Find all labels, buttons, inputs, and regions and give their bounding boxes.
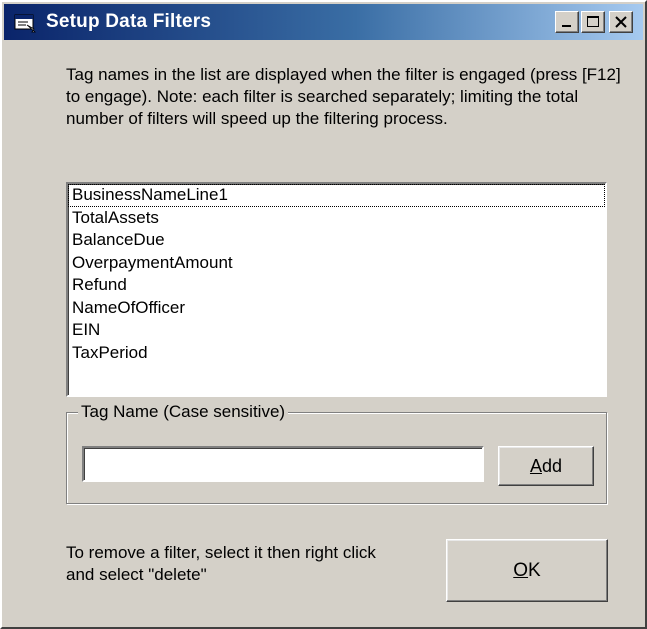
window-title: Setup Data Filters bbox=[46, 11, 212, 32]
filter-list-item[interactable]: BusinessNameLine1 bbox=[68, 184, 605, 207]
minimize-icon bbox=[562, 25, 571, 27]
remove-filter-hint: To remove a filter, select it then right… bbox=[66, 543, 376, 584]
ok-button-mnemonic: O bbox=[513, 560, 529, 581]
add-button-mnemonic: A bbox=[529, 456, 542, 476]
filter-description: Tag names in the list are displayed when… bbox=[66, 65, 621, 128]
filter-list-item[interactable]: Refund bbox=[68, 274, 605, 297]
add-button[interactable]: Add bbox=[498, 446, 594, 486]
filter-list-item[interactable]: TaxPeriod bbox=[68, 342, 605, 365]
ok-button-label-rest: K bbox=[528, 560, 541, 581]
filter-list-item[interactable]: TotalAssets bbox=[68, 207, 605, 230]
minimize-button[interactable] bbox=[555, 11, 579, 33]
app-window-icon[interactable] bbox=[12, 11, 38, 33]
close-icon bbox=[615, 16, 627, 28]
setup-data-filters-dialog: Setup Data Filters Tag names in the list… bbox=[0, 0, 647, 629]
maximize-button[interactable] bbox=[581, 11, 605, 33]
close-button[interactable] bbox=[609, 11, 633, 33]
filter-list-item[interactable]: EIN bbox=[68, 319, 605, 342]
tag-name-group-label: Tag Name (Case sensitive) bbox=[78, 402, 289, 422]
tag-name-input[interactable] bbox=[82, 446, 484, 482]
add-button-label-rest: dd bbox=[541, 456, 563, 476]
maximize-icon bbox=[587, 16, 599, 27]
filter-tag-list[interactable]: BusinessNameLine1 TotalAssets BalanceDue Ov… bbox=[66, 182, 607, 397]
ok-button[interactable]: OK bbox=[446, 539, 608, 602]
filter-list-item[interactable]: BalanceDue bbox=[68, 229, 605, 252]
filter-list-item[interactable]: NameOfOfficer bbox=[68, 297, 605, 320]
filter-list-item[interactable]: OverpaymentAmount bbox=[68, 252, 605, 275]
title-bar[interactable]: Setup Data Filters bbox=[4, 4, 643, 40]
